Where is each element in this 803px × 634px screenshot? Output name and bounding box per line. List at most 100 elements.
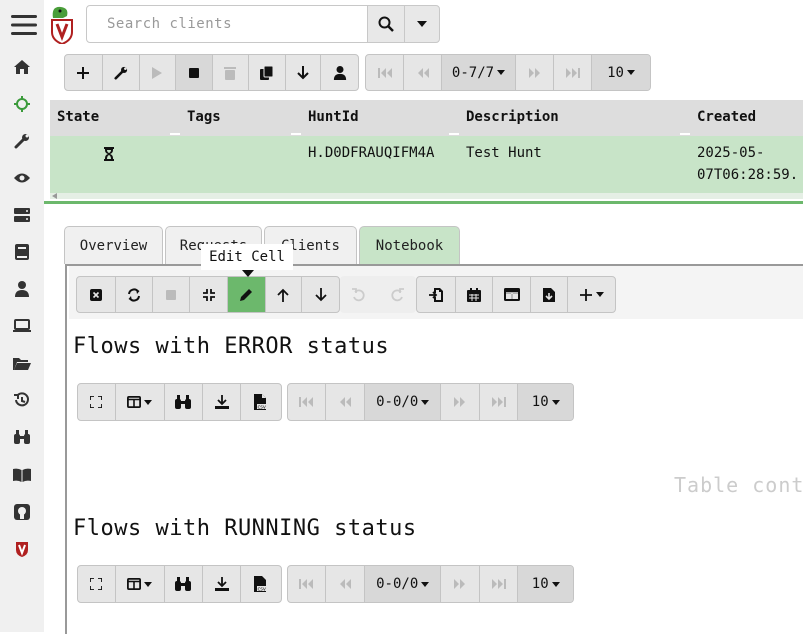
server-icon[interactable] [12,205,32,225]
page-size-selector[interactable]: 10 [518,566,573,602]
crosshairs-icon[interactable] [12,94,32,114]
created-cell-line2: 07T06:28:59. [697,167,799,183]
backward-icon [417,67,429,78]
column-header-description[interactable]: Description [466,109,559,125]
search-clients-input[interactable] [86,5,368,43]
prev-page-button[interactable] [404,55,442,90]
first-page-icon [299,579,314,589]
fullscreen-button[interactable] [78,566,116,602]
download-table-button[interactable] [203,566,242,602]
first-page-button[interactable] [288,384,326,420]
caret-down-icon [421,581,430,587]
history-icon[interactable] [12,390,32,410]
file-download-icon [543,287,555,302]
column-header-created[interactable]: Created [697,109,756,125]
next-page-button[interactable] [441,384,480,420]
add-timeline-button[interactable] [456,277,493,312]
github-icon[interactable] [12,502,32,522]
redo-button[interactable] [378,276,416,313]
column-resizer[interactable] [170,133,180,135]
binoculars-icon[interactable] [12,427,32,447]
close-cell-button[interactable] [77,277,116,312]
download-csv-button[interactable]: csv [241,566,281,602]
page-size-selector[interactable]: 10 [592,55,650,90]
undo-button[interactable] [340,276,378,313]
download-csv-button[interactable]: csv [241,384,281,420]
first-page-button[interactable] [288,566,326,602]
column-selector-button[interactable] [116,384,166,420]
search-table-button[interactable] [165,566,203,602]
book-open-icon[interactable] [12,465,32,485]
page-indicator[interactable]: 0-0/0 [365,384,441,420]
run-hunt-button[interactable] [140,55,177,90]
eye-icon[interactable] [12,168,32,188]
stop-hunt-button[interactable] [176,55,213,90]
plus-icon [579,288,592,301]
table-row[interactable]: H.D0DFRAUQIFM4A Test Hunt 2025-05- 07T06… [50,136,803,194]
csv-file-icon: csv [254,394,269,410]
horizontal-scrollbar[interactable] [50,193,803,199]
tab-overview[interactable]: Overview [64,226,163,264]
download-hunt-button[interactable] [286,55,322,90]
book-icon[interactable] [12,242,32,262]
last-page-button[interactable] [480,384,519,420]
column-resizer[interactable] [291,133,301,135]
first-page-button[interactable] [366,55,404,90]
hunt-id-cell[interactable]: H.D0DFRAUQIFM4A [308,145,434,161]
column-selector-button[interactable] [116,566,166,602]
velociraptor-logo-icon[interactable] [47,4,77,44]
page-indicator[interactable]: 0-0/0 [365,566,441,602]
page-indicator[interactable]: 0-7/7 [442,55,516,90]
recalculate-button[interactable] [116,277,154,312]
move-cell-up-button[interactable] [266,277,303,312]
stop-calculation-button[interactable] [153,277,191,312]
home-icon[interactable] [12,57,32,77]
calendar-icon [467,287,481,302]
user-icon[interactable] [12,279,32,299]
wrench-icon[interactable] [12,131,32,151]
collapse-cell-button[interactable] [190,277,228,312]
hunt-clients-button[interactable] [321,55,358,90]
fullscreen-button[interactable] [78,384,116,420]
download-table-button[interactable] [203,384,242,420]
column-resizer[interactable] [680,133,690,135]
arrow-down-icon [315,287,327,301]
column-resizer[interactable] [449,133,459,135]
search-button[interactable] [367,5,405,43]
new-hunt-button[interactable] [65,55,103,90]
undo-redo-group [340,276,416,313]
column-header-tags[interactable]: Tags [187,109,221,125]
copy-cell-button[interactable] [417,277,456,312]
search-dropdown-button[interactable] [404,5,440,43]
hamburger-menu-icon[interactable] [11,13,37,37]
delete-hunt-button[interactable] [213,55,249,90]
arrow-down-icon [297,65,309,79]
pane-divider[interactable] [44,201,803,204]
last-page-button[interactable] [554,55,592,90]
velociraptor-logo-small-icon[interactable] [12,539,32,559]
next-page-button[interactable] [441,566,480,602]
format-columns-button[interactable] [493,277,531,312]
prev-page-button[interactable] [326,384,366,420]
next-page-button[interactable] [516,55,554,90]
column-header-state[interactable]: State [57,109,99,125]
columns-icon [127,578,142,590]
stop-icon [189,67,200,78]
user-icon [333,65,346,80]
tab-notebook[interactable]: Notebook [359,226,460,264]
export-cell-button[interactable] [531,277,568,312]
copy-icon [259,65,274,80]
column-header-huntid[interactable]: HuntId [308,109,359,125]
caret-down-icon [595,292,604,297]
move-cell-down-button[interactable] [302,277,339,312]
folder-open-icon[interactable] [12,353,32,373]
edit-cell-button[interactable] [227,277,266,312]
copy-hunt-button[interactable] [249,55,286,90]
edit-hunt-button[interactable] [103,55,140,90]
add-cell-button[interactable] [568,277,615,312]
search-table-button[interactable] [165,384,203,420]
page-size-selector[interactable]: 10 [518,384,573,420]
laptop-icon[interactable] [12,316,32,336]
prev-page-button[interactable] [326,566,366,602]
last-page-button[interactable] [480,566,519,602]
